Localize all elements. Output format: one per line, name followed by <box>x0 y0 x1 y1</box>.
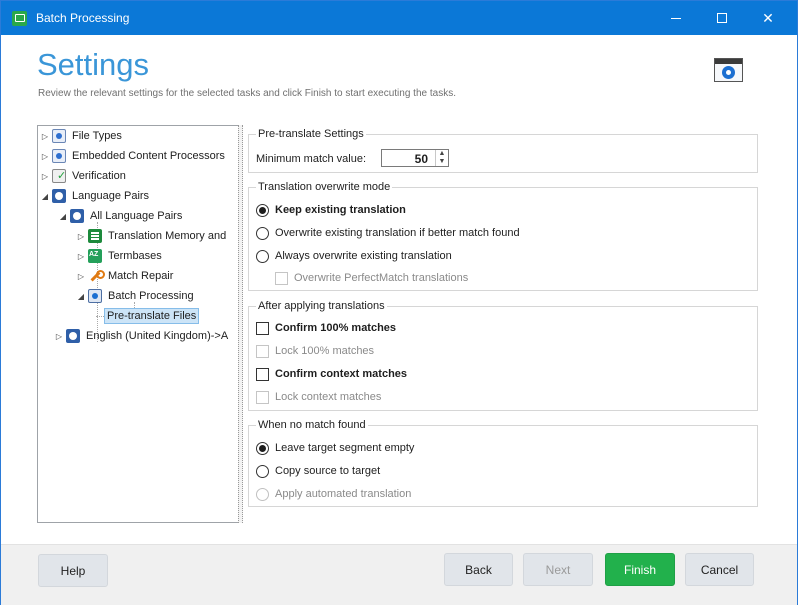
tree-item-embedded-content[interactable]: ▷ Embedded Content Processors <box>40 146 225 166</box>
min-match-label: Minimum match value: <box>256 153 367 165</box>
batch-processing-icon <box>88 289 102 303</box>
overwrite-perfectmatch-checkbox[interactable] <box>275 271 288 285</box>
lock-context-option[interactable]: Lock context matches <box>256 388 381 406</box>
expand-arrow-icon[interactable]: ▷ <box>40 152 50 161</box>
verification-check-icon <box>52 169 66 183</box>
overwrite-better-option[interactable]: Overwrite existing translation if better… <box>256 224 520 242</box>
maximize-icon <box>717 13 727 23</box>
lock-100-option[interactable]: Lock 100% matches <box>256 342 374 360</box>
expand-arrow-icon[interactable]: ▷ <box>76 272 86 281</box>
settings-tree[interactable]: ▷ File Types ▷ Embedded Content Processo… <box>37 125 241 523</box>
always-overwrite-option[interactable]: Always overwrite existing translation <box>256 247 452 265</box>
expand-arrow-icon[interactable]: ▷ <box>54 332 64 341</box>
tree-item-pretranslate-files[interactable]: Pre-translate Files <box>104 306 200 326</box>
page-title: Settings <box>37 47 150 82</box>
spin-buttons[interactable]: ▲ ▼ <box>435 150 448 166</box>
tree-item-match-repair[interactable]: ▷ Match Repair <box>76 266 173 286</box>
overwrite-perfectmatch-option[interactable]: Overwrite PerfectMatch translations <box>275 269 468 287</box>
expand-arrow-icon[interactable]: ▷ <box>40 172 50 181</box>
finish-button[interactable]: Finish <box>605 553 675 586</box>
cancel-button[interactable]: Cancel <box>685 553 754 586</box>
tree-item-translation-memory[interactable]: ▷ Translation Memory and <box>76 226 226 246</box>
copy-source-radio[interactable] <box>256 464 269 478</box>
close-icon: ✕ <box>762 9 774 26</box>
min-match-stepper[interactable]: 50 ▲ ▼ <box>381 149 449 167</box>
leave-empty-radio[interactable] <box>256 441 269 455</box>
maximize-button[interactable] <box>699 1 745 35</box>
tree-item-english-uk[interactable]: ▷ English (United Kingdom)->A <box>54 326 228 346</box>
overwrite-mode-title: Translation overwrite mode <box>256 181 393 193</box>
pretranslate-settings-title: Pre-translate Settings <box>256 128 366 140</box>
expand-arrow-icon[interactable]: ▷ <box>76 252 86 261</box>
tree-item-all-language-pairs[interactable]: ◢ All Language Pairs <box>58 206 182 226</box>
page-subtitle: Review the relevant settings for the sel… <box>38 88 456 99</box>
app-icon <box>12 11 27 26</box>
no-match-title: When no match found <box>256 419 368 431</box>
window-title: Batch Processing <box>36 11 130 25</box>
footer-bar <box>1 544 797 605</box>
lock-100-checkbox[interactable] <box>256 344 269 358</box>
termbase-icon <box>88 249 102 263</box>
settings-window-icon <box>714 58 743 82</box>
confirm-100-option[interactable]: Confirm 100% matches <box>256 319 396 337</box>
apply-automated-radio[interactable] <box>256 487 269 501</box>
spin-down-icon[interactable]: ▼ <box>439 158 446 165</box>
expand-arrow-icon[interactable]: ▷ <box>76 232 86 241</box>
confirm-100-checkbox[interactable] <box>256 321 269 335</box>
help-button[interactable]: Help <box>38 554 108 587</box>
next-button[interactable]: Next <box>523 553 593 586</box>
translation-memory-icon <box>88 229 102 243</box>
minimize-button[interactable] <box>653 1 699 35</box>
tree-item-file-types[interactable]: ▷ File Types <box>40 126 122 146</box>
spin-up-icon[interactable]: ▲ <box>439 150 446 157</box>
language-pair-icon <box>70 209 84 223</box>
apply-automated-option[interactable]: Apply automated translation <box>256 485 411 503</box>
tree-item-batch-processing[interactable]: ◢ Batch Processing <box>76 286 194 306</box>
lock-context-checkbox[interactable] <box>256 390 269 404</box>
confirm-context-option[interactable]: Confirm context matches <box>256 365 407 383</box>
gear-icon <box>722 66 735 79</box>
min-match-row: Minimum match value: <box>256 150 366 168</box>
overwrite-better-radio[interactable] <box>256 226 269 240</box>
document-settings-icon <box>52 129 66 143</box>
collapse-arrow-icon[interactable]: ◢ <box>58 212 68 221</box>
min-match-value: 50 <box>414 152 428 166</box>
batch-processing-window: Batch Processing ✕ Settings Review the r… <box>0 0 798 605</box>
keep-existing-radio[interactable] <box>256 203 269 217</box>
panel-splitter[interactable] <box>238 125 243 523</box>
confirm-context-checkbox[interactable] <box>256 367 269 381</box>
language-pair-icon <box>52 189 66 203</box>
language-pair-icon <box>66 329 80 343</box>
close-button[interactable]: ✕ <box>745 1 791 35</box>
wrench-icon <box>88 269 105 283</box>
document-settings-icon <box>52 149 66 163</box>
title-bar[interactable]: Batch Processing ✕ <box>1 1 797 35</box>
tree-item-verification[interactable]: ▷ Verification <box>40 166 126 186</box>
expand-arrow-icon[interactable]: ▷ <box>40 132 50 141</box>
keep-existing-option[interactable]: Keep existing translation <box>256 201 406 219</box>
collapse-arrow-icon[interactable]: ◢ <box>76 292 86 301</box>
leave-empty-option[interactable]: Leave target segment empty <box>256 439 414 457</box>
minimize-icon <box>671 17 681 19</box>
after-applying-title: After applying translations <box>256 300 387 312</box>
tree-item-termbases[interactable]: ▷ Termbases <box>76 246 162 266</box>
back-button[interactable]: Back <box>444 553 513 586</box>
copy-source-option[interactable]: Copy source to target <box>256 462 380 480</box>
collapse-arrow-icon[interactable]: ◢ <box>40 192 50 201</box>
always-overwrite-radio[interactable] <box>256 249 269 263</box>
tree-item-language-pairs[interactable]: ◢ Language Pairs <box>40 186 149 206</box>
